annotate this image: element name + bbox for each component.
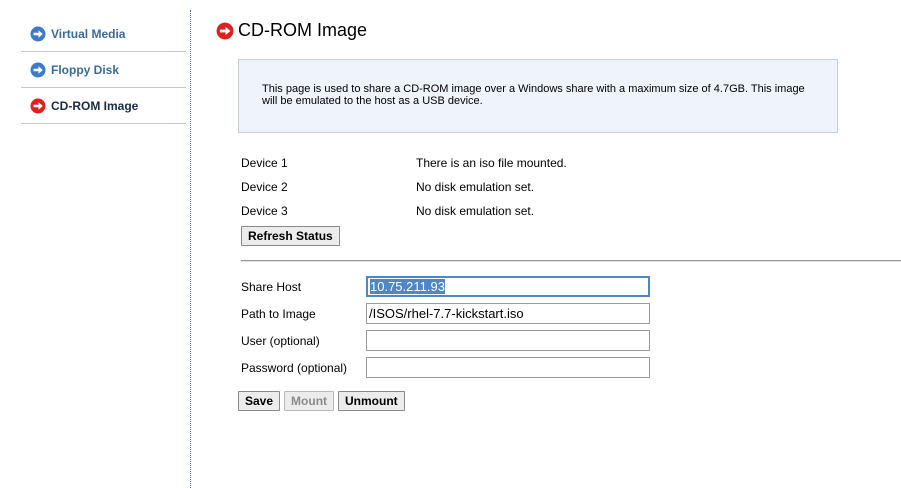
share-host-input[interactable]	[366, 276, 650, 297]
share-host-row: Share Host	[241, 276, 650, 297]
device-status: No disk emulation set.	[416, 204, 535, 218]
sidebar-divider	[190, 10, 191, 488]
share-host-label: Share Host	[241, 279, 302, 294]
path-row: Path to Image	[241, 303, 650, 324]
refresh-status-button[interactable]: Refresh Status	[241, 226, 340, 246]
info-text: This page is used to share a CD-ROM imag…	[262, 83, 805, 107]
path-label: Path to Image	[241, 306, 316, 321]
password-row: Password (optional)	[241, 357, 650, 378]
sidebar-item-label: Virtual Media	[51, 26, 126, 41]
page-header: CD-ROM Image	[216, 20, 367, 41]
info-box: This page is used to share a CD-ROM imag…	[238, 59, 838, 133]
section-divider	[241, 260, 901, 262]
device-status-row: Device 3 No disk emulation set.	[241, 204, 534, 218]
arrow-right-circle-blue-icon	[30, 62, 46, 77]
sidebar-item-label: Floppy Disk	[51, 62, 120, 77]
unmount-button[interactable]: Unmount	[338, 391, 405, 411]
mount-button[interactable]: Mount	[284, 391, 335, 411]
page-title: CD-ROM Image	[238, 20, 368, 40]
password-input[interactable]	[366, 357, 650, 378]
save-button[interactable]: Save	[238, 391, 281, 411]
path-input[interactable]	[366, 303, 650, 324]
arrow-right-circle-red-icon	[216, 22, 234, 39]
device-status-row: Device 1 There is an iso file mounted.	[241, 156, 567, 170]
user-input[interactable]	[366, 330, 650, 351]
user-row: User (optional)	[241, 330, 650, 351]
sidebar: Virtual Media Floppy Disk CD-ROM Image	[21, 16, 186, 124]
device-status: There is an iso file mounted.	[416, 156, 567, 170]
action-buttons: Save Mount Unmount	[238, 391, 405, 411]
device-status: No disk emulation set.	[416, 180, 535, 194]
sidebar-item-label: CD-ROM Image	[51, 98, 139, 113]
arrow-right-circle-red-icon	[30, 98, 46, 113]
device-status-row: Device 2 No disk emulation set.	[241, 180, 534, 194]
device-name: Device 1	[241, 156, 288, 170]
device-name: Device 2	[241, 180, 288, 194]
arrow-right-circle-blue-icon	[30, 26, 46, 41]
device-name: Device 3	[241, 204, 288, 218]
password-label: Password (optional)	[241, 360, 348, 375]
sidebar-item-virtual-media[interactable]: Virtual Media	[21, 16, 186, 52]
sidebar-item-cd-rom-image[interactable]: CD-ROM Image	[21, 88, 186, 124]
user-label: User (optional)	[241, 333, 320, 348]
sidebar-item-floppy-disk[interactable]: Floppy Disk	[21, 52, 186, 88]
